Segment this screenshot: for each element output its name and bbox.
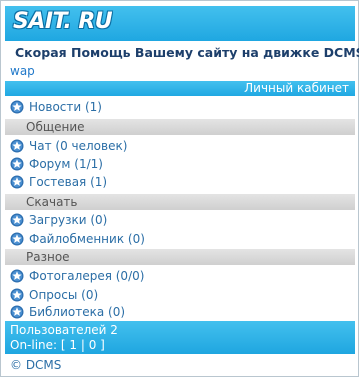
site-title: Скорая Помощь Вашему сайту на движке DCM… (15, 45, 359, 60)
guestbook-link[interactable]: Гостевая (1) (29, 175, 107, 189)
online-separator: | (77, 338, 89, 352)
menu-item-guestbook[interactable]: Гостевая (1) (10, 174, 107, 190)
star-icon (10, 100, 24, 114)
section-misc: Разное (5, 249, 355, 265)
online-bracket-close: ] (96, 338, 105, 352)
forum-link[interactable]: Форум (1/1) (29, 157, 103, 171)
site-logo[interactable]: SAIT. RU (13, 9, 113, 34)
section-label: Общение (26, 120, 85, 134)
news-link[interactable]: Новости (1) (29, 100, 102, 114)
star-icon (10, 288, 24, 302)
gallery-link[interactable]: Фотогалерея (0/0) (29, 269, 144, 283)
section-communication: Общение (5, 119, 355, 135)
online-users-link[interactable]: 1 (69, 338, 77, 352)
menu-item-chat[interactable]: Чат (0 человек) (10, 138, 127, 154)
section-label: Скачать (26, 195, 78, 209)
star-icon (10, 269, 24, 283)
star-icon (10, 305, 24, 319)
star-icon (10, 175, 24, 189)
users-count: Пользователей 2 (10, 323, 118, 337)
footer-stats-bar: Пользователей 2 On-line: [ 1 | 0 ] (5, 321, 355, 354)
logo-bar: SAIT. RU (5, 6, 355, 41)
star-icon (10, 232, 24, 246)
menu-item-forum[interactable]: Форум (1/1) (10, 156, 103, 172)
downloads-link[interactable]: Загрузки (0) (29, 213, 107, 227)
online-line: On-line: [ 1 | 0 ] (10, 338, 105, 352)
star-icon (10, 157, 24, 171)
personal-cabinet-link[interactable]: Личный кабинет (244, 81, 349, 96)
fileshare-link[interactable]: Файлобменник (0) (29, 232, 145, 246)
polls-link[interactable]: Опросы (0) (29, 288, 98, 302)
star-icon (10, 139, 24, 153)
section-download: Скачать (5, 194, 355, 210)
section-label: Разное (26, 250, 70, 264)
wap-link[interactable]: wap (10, 64, 35, 78)
menu-item-gallery[interactable]: Фотогалерея (0/0) (10, 268, 144, 284)
copyright: © DCMS (10, 358, 62, 372)
menu-item-polls[interactable]: Опросы (0) (10, 287, 98, 303)
menu-item-library[interactable]: Библиотека (0) (10, 304, 125, 320)
menu-item-downloads[interactable]: Загрузки (0) (10, 212, 107, 228)
online-label: On-line: (10, 338, 61, 352)
star-icon (10, 213, 24, 227)
page-frame: SAIT. RU Скорая Помощь Вашему сайту на д… (0, 0, 359, 377)
cabinet-bar: Личный кабинет (5, 81, 355, 96)
menu-item-news[interactable]: Новости (1) (10, 99, 102, 115)
library-link[interactable]: Библиотека (0) (29, 305, 125, 319)
menu-item-fileshare[interactable]: Файлобменник (0) (10, 231, 145, 247)
chat-link[interactable]: Чат (0 человек) (29, 139, 127, 153)
